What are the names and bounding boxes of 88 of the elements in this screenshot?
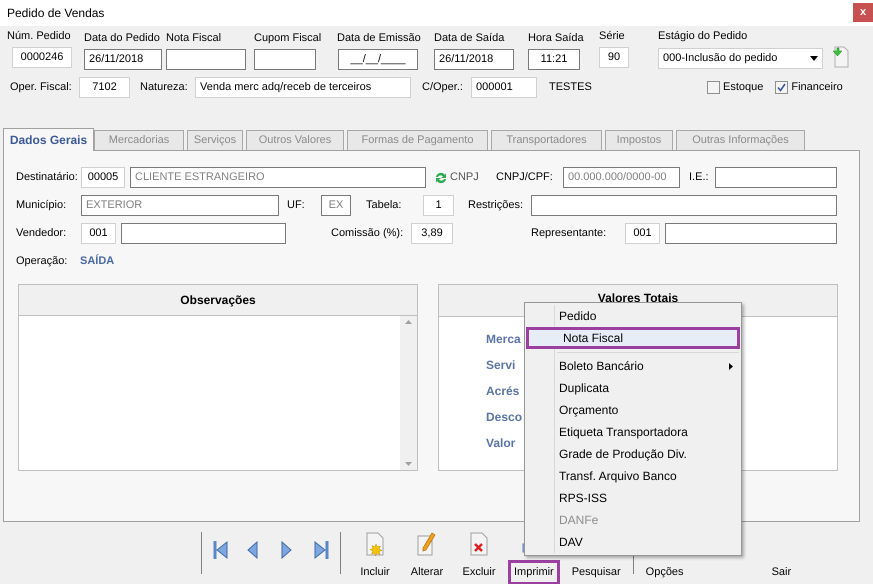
- field-label: Estágio do Pedido: [658, 29, 748, 44]
- field-label: Destinatário:: [16, 170, 79, 186]
- tab[interactable]: Dados Gerais: [3, 128, 94, 151]
- input-field[interactable]: 26/11/2018: [434, 48, 514, 70]
- input-field[interactable]: [531, 195, 837, 216]
- toolbar-button[interactable]: Incluir: [349, 532, 401, 584]
- checkbox[interactable]: [707, 80, 720, 94]
- input-field[interactable]: 000001: [471, 76, 537, 98]
- checkbox-label: Financeiro: [791, 80, 843, 95]
- operation-value: SAÍDA: [80, 253, 114, 269]
- input-field[interactable]: EXTERIOR: [81, 195, 279, 216]
- field-label: Série: [599, 29, 626, 44]
- field-label: Nota Fiscal: [166, 31, 222, 46]
- menu-item[interactable]: Boleto Bancário: [525, 355, 741, 377]
- stage-select[interactable]: 000-Inclusão do pedido: [658, 48, 823, 68]
- input-field[interactable]: CLIENTE ESTRANGEIRO: [130, 167, 426, 188]
- total-label: Desco: [486, 409, 522, 425]
- input-field[interactable]: [254, 48, 316, 70]
- input-field[interactable]: 11:21: [528, 48, 580, 70]
- window-title: Pedido de Vendas: [7, 5, 104, 22]
- menu-item[interactable]: RPS-ISS: [525, 487, 741, 509]
- input-field[interactable]: 1: [423, 195, 454, 216]
- menu-item[interactable]: Etiqueta Transportadora: [525, 421, 741, 443]
- new-document-icon: [364, 532, 386, 556]
- input-field[interactable]: EX: [321, 195, 351, 216]
- field-label: Núm. Pedido: [7, 29, 72, 44]
- field-label: Vendedor:: [16, 226, 68, 242]
- total-label: Acrés: [486, 383, 520, 399]
- input-field[interactable]: 26/11/2018: [84, 48, 162, 70]
- field-label: Cupom Fiscal: [254, 31, 322, 46]
- total-label: Servi: [486, 357, 516, 373]
- input-field[interactable]: [665, 223, 837, 244]
- input-field[interactable]: [166, 48, 246, 70]
- close-button[interactable]: x: [853, 3, 873, 22]
- menu-item[interactable]: Nota Fiscal: [526, 327, 740, 349]
- field-label: Representante:: [531, 226, 608, 242]
- input-field[interactable]: 90: [599, 46, 629, 68]
- input-field[interactable]: Venda merc adq/receb de terceiros: [195, 76, 411, 98]
- menu-item[interactable]: Pedido: [525, 305, 741, 327]
- field-label: Operação:: [16, 254, 68, 269]
- delete-document-icon: [468, 532, 490, 556]
- input-field[interactable]: [121, 223, 286, 244]
- input-field[interactable]: __/__/____: [338, 48, 418, 70]
- menu-item[interactable]: Grade de Produção Div.: [525, 443, 741, 465]
- document-type-toggle[interactable]: CNPJ: [450, 169, 496, 186]
- checkbox[interactable]: [775, 80, 788, 94]
- toolbar-button[interactable]: Excluir: [453, 532, 505, 584]
- field-label: CNPJ/CPF:: [496, 170, 554, 186]
- scrollbar[interactable]: [400, 316, 417, 470]
- field-label: I.E.:: [689, 170, 710, 186]
- scroll-up-icon[interactable]: [405, 320, 412, 324]
- input-field[interactable]: 0000246: [12, 46, 72, 68]
- pencil-icon: [416, 532, 438, 556]
- input-field[interactable]: 00.000.000/0000-00: [563, 167, 680, 188]
- input-field[interactable]: 001: [81, 223, 116, 244]
- field-label: Hora Saída: [528, 31, 585, 46]
- field-label: Data de Emissão: [337, 31, 422, 46]
- panel-title: Observações: [180, 292, 256, 309]
- field-label: UF:: [287, 198, 306, 214]
- field-label: Tabela:: [366, 198, 402, 214]
- operation-description: TESTES: [549, 80, 593, 95]
- input-field[interactable]: 3,89: [411, 223, 453, 244]
- scroll-down-icon[interactable]: [405, 462, 412, 466]
- refresh-icon[interactable]: [434, 170, 448, 184]
- caret-icon: [810, 56, 818, 60]
- toolbar-button[interactable]: Alterar: [401, 532, 453, 584]
- submenu-arrow-icon: [729, 362, 733, 370]
- total-label: Valor: [486, 435, 516, 451]
- document-arrow-icon[interactable]: [831, 46, 849, 68]
- input-field[interactable]: 00005: [81, 167, 125, 188]
- field-label: Natureza:: [140, 80, 189, 95]
- field-label: Município:: [16, 198, 68, 214]
- panel-title: Valores Totais: [598, 291, 678, 305]
- input-field[interactable]: 001: [625, 223, 660, 244]
- field-label: Comissão (%):: [331, 226, 404, 242]
- input-field[interactable]: [715, 167, 837, 188]
- field-label: Restrições:: [468, 198, 524, 214]
- field-label: Data do Pedido: [84, 31, 161, 46]
- field-label: Oper. Fiscal:: [10, 80, 73, 95]
- input-field[interactable]: 7102: [79, 76, 130, 98]
- field-label: Data de Saída: [434, 31, 506, 46]
- total-label: Merca: [486, 331, 521, 347]
- checkbox-label: Estoque: [723, 80, 764, 95]
- field-label: C/Oper.:: [422, 80, 464, 95]
- menu-item[interactable]: Duplicata: [525, 377, 741, 399]
- menu-item[interactable]: Orçamento: [525, 399, 741, 421]
- menu-item[interactable]: Transf. Arquivo Banco: [525, 465, 741, 487]
- toolbar-button[interactable]: Sair: [762, 532, 800, 584]
